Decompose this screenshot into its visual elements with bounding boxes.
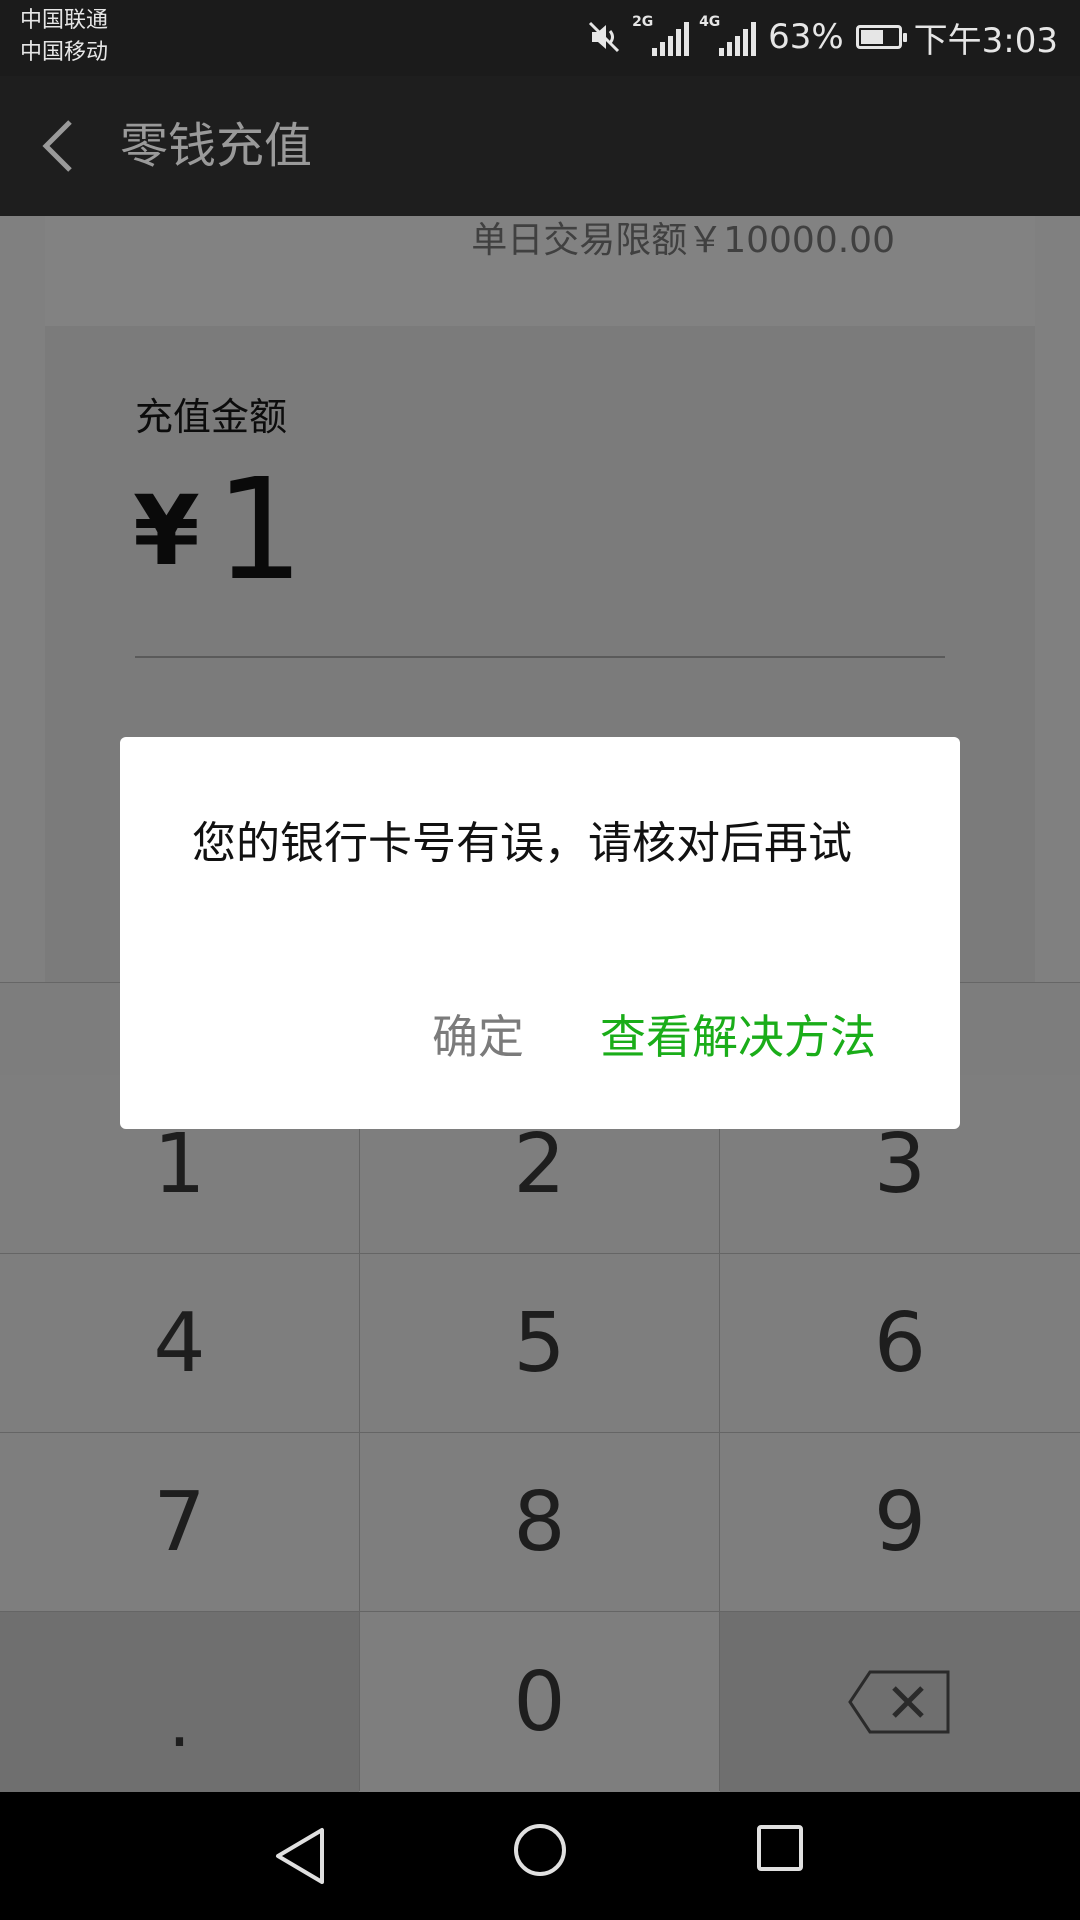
key-decimal-label: . — [168, 1681, 191, 1763]
clock: 下午3:03 — [913, 20, 1058, 61]
network-type-2g: 2G — [632, 14, 654, 30]
key-8[interactable]: 8 — [360, 1433, 719, 1611]
key-5[interactable]: 5 — [360, 1254, 719, 1432]
nav-home-icon[interactable] — [512, 1822, 568, 1878]
network-type-4g: 4G — [699, 14, 721, 30]
key-6[interactable]: 6 — [720, 1254, 1080, 1432]
battery-icon — [855, 25, 907, 49]
navigation-bar — [0, 1792, 1080, 1920]
amount-label: 充值金额 — [135, 395, 288, 439]
daily-limit-text: 单日交易限额￥10000.00 — [471, 220, 895, 261]
key-decimal[interactable]: . — [0, 1612, 359, 1792]
key-9[interactable]: 9 — [720, 1433, 1080, 1611]
key-0[interactable]: 0 — [360, 1612, 719, 1792]
page-title: 零钱充值 — [120, 118, 313, 174]
carrier-2: 中国移动 — [20, 40, 109, 65]
carrier-1: 中国联通 — [20, 8, 109, 33]
backspace-icon — [848, 1670, 950, 1734]
battery-percent: 63% — [768, 17, 844, 57]
limit-card: 单日交易限额￥10000.00 — [45, 216, 1035, 326]
key-backspace[interactable] — [720, 1612, 1080, 1792]
nav-back-icon[interactable] — [272, 1824, 328, 1888]
currency-symbol: ¥ — [133, 475, 200, 587]
status-icons: 2G 4G 63% 下午3:03 — [586, 12, 1058, 62]
error-dialog: 您的银行卡号有误，请核对后再试 确定 查看解决方法 — [120, 737, 960, 1129]
key-7[interactable]: 7 — [0, 1433, 359, 1611]
amount-underline — [135, 656, 945, 658]
amount-input[interactable]: 1 — [215, 456, 304, 606]
nav-recents-icon[interactable] — [756, 1824, 804, 1872]
key-4[interactable]: 4 — [0, 1254, 359, 1432]
signal-2g-icon: 2G — [632, 14, 690, 56]
view-solution-button[interactable]: 查看解决方法 — [600, 1007, 876, 1067]
number-keypad: 1 2 3 4 5 6 7 8 9 . 0 — [0, 1075, 1080, 1792]
confirm-button[interactable]: 确定 — [432, 1007, 524, 1067]
status-bar: 中国联通 中国移动 2G 4G 63% 下午3:03 — [0, 0, 1080, 76]
mute-icon — [589, 21, 620, 53]
action-bar: 零钱充值 — [0, 76, 1080, 216]
back-arrow-icon[interactable] — [40, 118, 80, 174]
dialog-message: 您的银行卡号有误，请核对后再试 — [192, 818, 852, 869]
signal-4g-icon: 4G — [699, 14, 757, 56]
